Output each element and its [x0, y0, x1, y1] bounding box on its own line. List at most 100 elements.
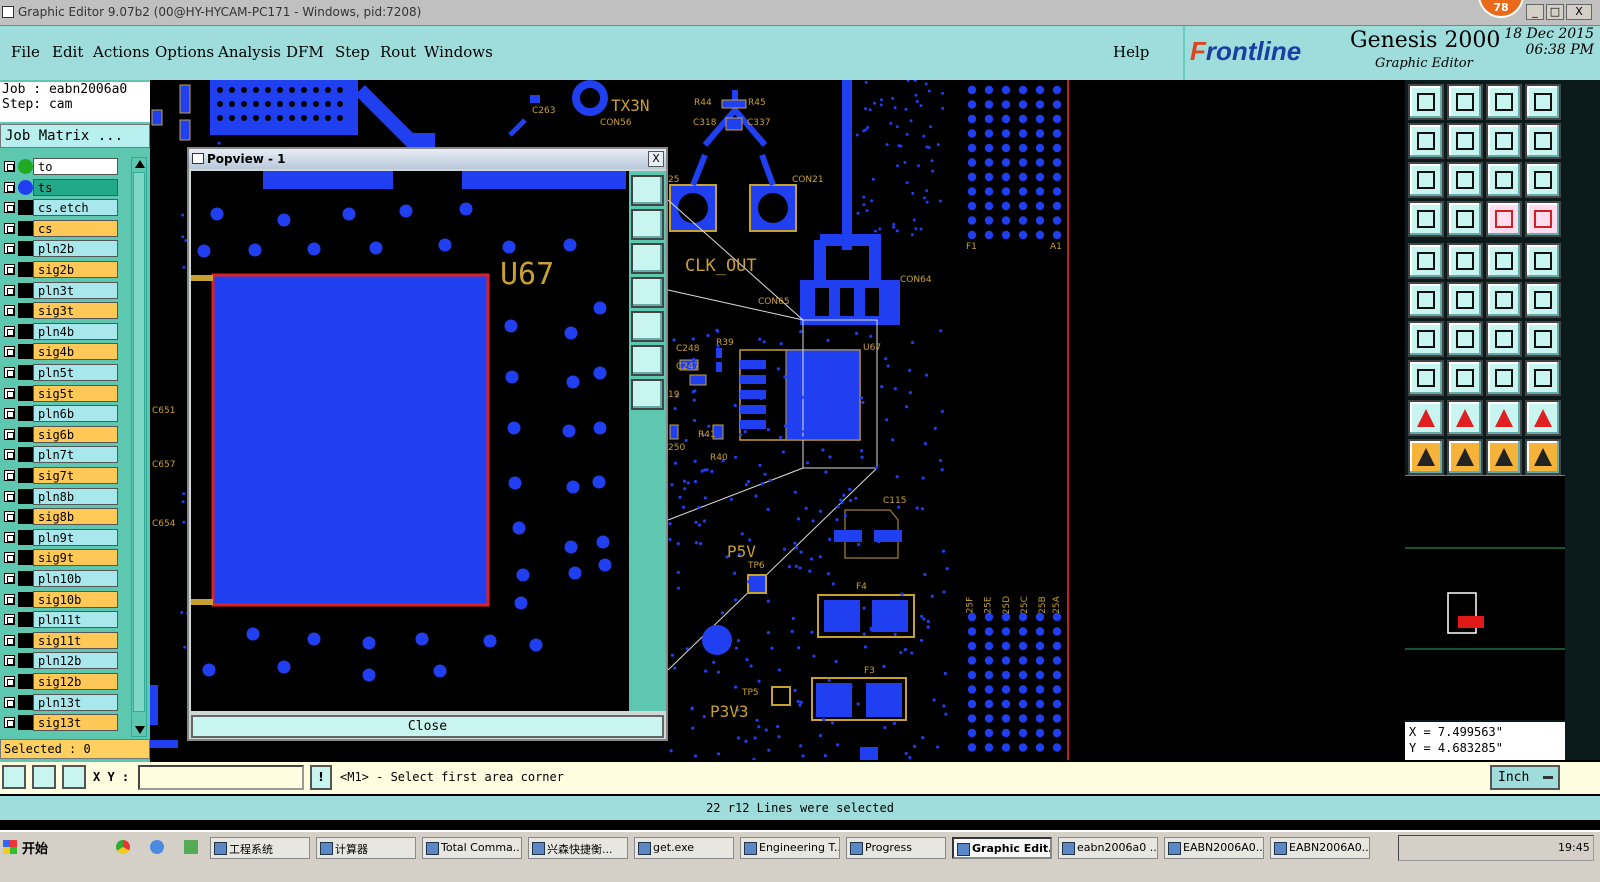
rotate-tool-button[interactable] — [1486, 321, 1522, 357]
center-tool-button[interactable] — [1447, 162, 1483, 198]
pointer-box-tool-button[interactable] — [1486, 439, 1522, 475]
layer-checkbox[interactable] — [4, 243, 15, 255]
layer-name[interactable]: sig3t — [33, 302, 118, 320]
layer-name[interactable]: pln13t — [33, 693, 118, 711]
units-dropdown[interactable]: Inch — [1490, 765, 1560, 790]
layer-checkbox[interactable] — [4, 305, 15, 317]
menu-step[interactable]: Step — [335, 43, 370, 61]
tri-fill-tool-button[interactable] — [1486, 400, 1522, 436]
layer-swatch[interactable] — [18, 344, 33, 360]
ratio-tool-button[interactable] — [1486, 162, 1522, 198]
layer-checkbox[interactable] — [4, 222, 15, 234]
ie-icon[interactable] — [150, 840, 164, 854]
menu-dfm[interactable]: DFM — [286, 43, 324, 61]
popview-pan-up-button[interactable] — [631, 209, 664, 240]
popview-pan-left-button[interactable] — [631, 277, 664, 308]
layer-swatch[interactable] — [18, 365, 33, 380]
layer-row[interactable]: sig5t — [0, 384, 122, 403]
popview-canvas[interactable]: U67 — [191, 171, 629, 711]
layer-swatch[interactable] — [18, 571, 33, 586]
layer-row[interactable]: sig7t — [0, 466, 122, 485]
layer-checkbox[interactable] — [4, 490, 15, 502]
layer-checkbox[interactable] — [4, 181, 15, 193]
layer-row[interactable]: sig13t — [0, 713, 122, 732]
layer-row[interactable]: sig3t — [0, 301, 122, 320]
menu-options[interactable]: Options — [155, 43, 214, 61]
layer-name[interactable]: sig7t — [33, 467, 118, 484]
layer-swatch[interactable] — [18, 262, 33, 277]
tri-red-tool-button[interactable] — [1408, 400, 1444, 436]
layer-checkbox[interactable] — [4, 284, 15, 296]
layer-row[interactable]: pln7t — [0, 445, 122, 464]
layer-row[interactable]: pln10b — [0, 569, 122, 588]
layer-name[interactable]: sig6b — [33, 425, 118, 443]
layer-row[interactable]: sig12b — [0, 672, 122, 691]
layer-swatch[interactable] — [18, 200, 33, 216]
task-item-4[interactable]: get.exe — [634, 837, 734, 859]
layer-swatch[interactable] — [18, 674, 33, 689]
import-tool-button[interactable] — [1408, 123, 1444, 159]
layer-checkbox[interactable] — [4, 614, 15, 626]
layer-swatch[interactable] — [18, 694, 33, 710]
layer-row[interactable]: pln3t — [0, 281, 122, 300]
layer-row[interactable]: pln2b — [0, 239, 122, 258]
layer-swatch[interactable] — [18, 653, 33, 669]
layer-checkbox[interactable] — [4, 511, 15, 523]
layer-swatch[interactable] — [18, 179, 33, 195]
connect-tool-button[interactable] — [1408, 282, 1444, 318]
layer-checkbox[interactable] — [4, 470, 15, 481]
layer-checkbox[interactable] — [4, 428, 15, 440]
delete-tool-button[interactable] — [1447, 282, 1483, 318]
layer-swatch[interactable] — [18, 406, 33, 422]
layer-swatch[interactable] — [18, 550, 33, 566]
layer-name[interactable]: pln4b — [33, 322, 118, 340]
mirror-tool-button[interactable] — [1525, 321, 1561, 357]
layer-row[interactable]: pln5t — [0, 363, 122, 382]
menu-analysis[interactable]: Analysis — [218, 43, 281, 61]
xy-input[interactable] — [138, 765, 304, 790]
snap-icon[interactable] — [2, 765, 26, 789]
resize-tool-button[interactable] — [1486, 360, 1522, 396]
layer-checkbox[interactable] — [4, 634, 15, 646]
menu-rout[interactable]: Rout — [380, 43, 416, 61]
task-item-2[interactable]: Total Comma... — [422, 837, 522, 859]
net-tool-button[interactable] — [1486, 201, 1522, 237]
layer-name[interactable]: sig8b — [33, 508, 118, 526]
popview-fit-button[interactable] — [631, 175, 664, 206]
task-item-7[interactable]: Graphic Edit... — [952, 837, 1052, 859]
layer-swatch[interactable] — [18, 468, 33, 483]
popview-pan-down-button[interactable] — [631, 243, 664, 274]
layer-scrollbar[interactable] — [131, 157, 147, 737]
layer-row[interactable]: pln9t — [0, 528, 122, 547]
layer-name[interactable]: pln12b — [33, 652, 118, 670]
layer-name[interactable]: pln5t — [33, 364, 118, 381]
task-item-1[interactable]: 计算器 — [316, 837, 416, 859]
overview-map[interactable] — [1405, 475, 1565, 720]
layer-swatch[interactable] — [18, 612, 33, 628]
scroll-thumb[interactable] — [133, 172, 145, 712]
chrome-icon[interactable] — [116, 840, 130, 854]
scroll-up-icon[interactable] — [135, 160, 145, 168]
task-item-6[interactable]: Progress — [846, 837, 946, 859]
layer-swatch[interactable] — [18, 715, 33, 731]
tri-cut-tool-button[interactable] — [1525, 400, 1561, 436]
layer-swatch[interactable] — [18, 159, 33, 174]
layer-checkbox[interactable] — [4, 655, 15, 667]
layer-name[interactable]: pln3t — [33, 281, 118, 299]
layer-swatch[interactable] — [18, 488, 33, 504]
layer-name[interactable]: pln2b — [33, 240, 118, 258]
layer-row[interactable]: sig10b — [0, 590, 122, 609]
layer-checkbox[interactable] — [4, 531, 15, 543]
help-tool-button[interactable] — [1525, 162, 1561, 198]
layer-row[interactable]: ts — [0, 178, 122, 197]
layer-swatch[interactable] — [18, 385, 33, 401]
layer-name[interactable]: sig10b — [33, 590, 118, 608]
export-tool-button[interactable] — [1447, 123, 1483, 159]
menu-edit[interactable]: Edit — [52, 43, 83, 61]
menu-windows[interactable]: Windows — [424, 43, 493, 61]
move-tool-button[interactable] — [1486, 282, 1522, 318]
popview-close-x[interactable]: X — [648, 151, 664, 167]
layer-swatch[interactable] — [18, 282, 33, 298]
layer-swatch[interactable] — [18, 447, 33, 463]
layer-row[interactable]: sig9t — [0, 548, 122, 567]
